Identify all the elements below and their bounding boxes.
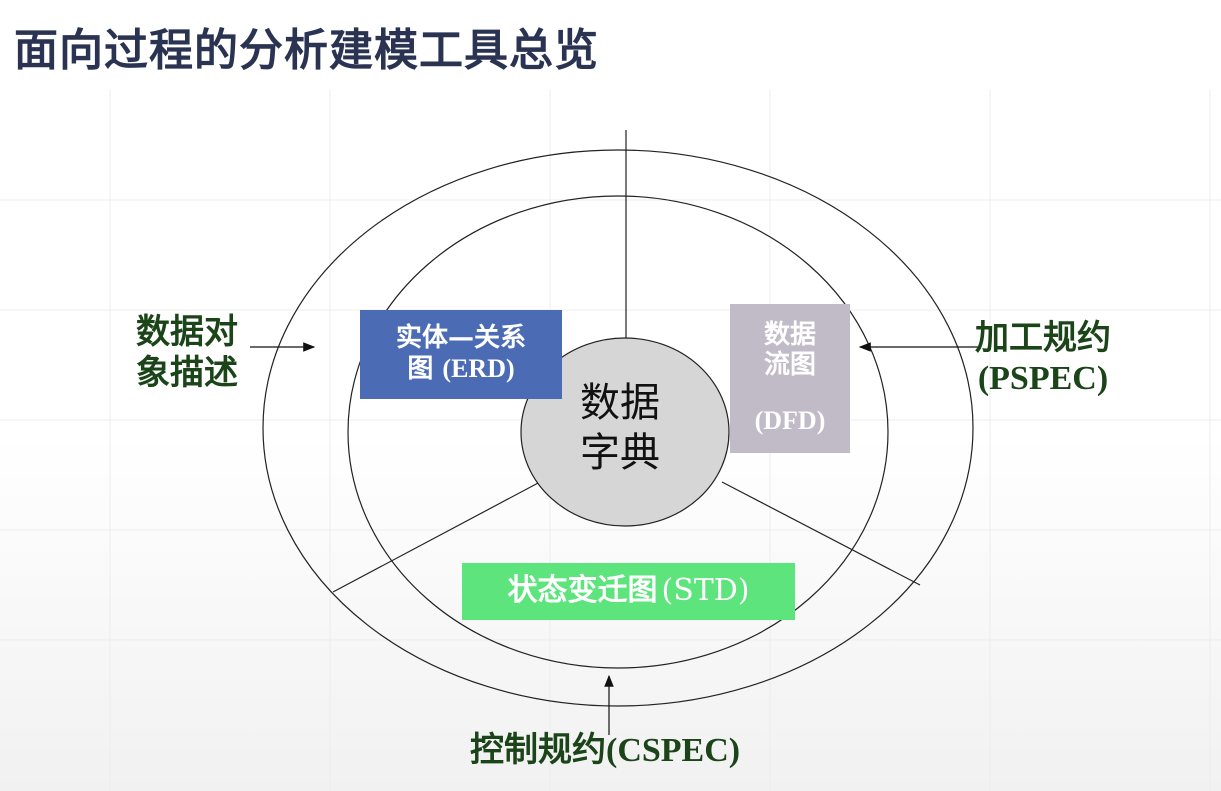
erd-line2-cn: 图 — [407, 354, 434, 384]
center-line2: 字典 — [580, 430, 660, 476]
center-label-data-dictionary: 数据 字典 — [560, 378, 680, 478]
dfd-box: 数据 流图 (DFD) — [730, 304, 850, 453]
right-line2: (PSPEC) — [977, 359, 1109, 397]
erd-line2-en: (ERD) — [442, 354, 515, 383]
std-cn: 状态变迁图 — [507, 573, 658, 609]
right-line1: 加工规约 — [975, 318, 1111, 358]
bottom-label-control-spec: 控制规约(CSPEC) — [470, 730, 740, 772]
dfd-line2: 流图 — [763, 349, 816, 380]
std-box: 状态变迁图 (STD) — [462, 563, 795, 620]
bottom-cn: 控制规约 — [470, 730, 606, 770]
left-label-data-object-description: 数据对 象描述 — [136, 312, 266, 394]
left-line1: 数据对 — [136, 312, 238, 352]
dfd-line3: (DFD) — [754, 406, 826, 436]
bottom-en: (CSPEC) — [606, 732, 741, 769]
dfd-line1: 数据 — [763, 319, 816, 350]
erd-line1: 实体—关系 — [395, 323, 526, 354]
erd-box: 实体—关系 图 (ERD) — [360, 310, 562, 399]
left-line2: 象描述 — [136, 352, 238, 393]
std-en: (STD) — [661, 573, 750, 609]
erd-line2: 图 (ERD) — [407, 354, 514, 385]
right-label-process-spec: 加工规约 (PSPEC) — [975, 318, 1111, 400]
center-line1: 数据 — [580, 380, 660, 426]
